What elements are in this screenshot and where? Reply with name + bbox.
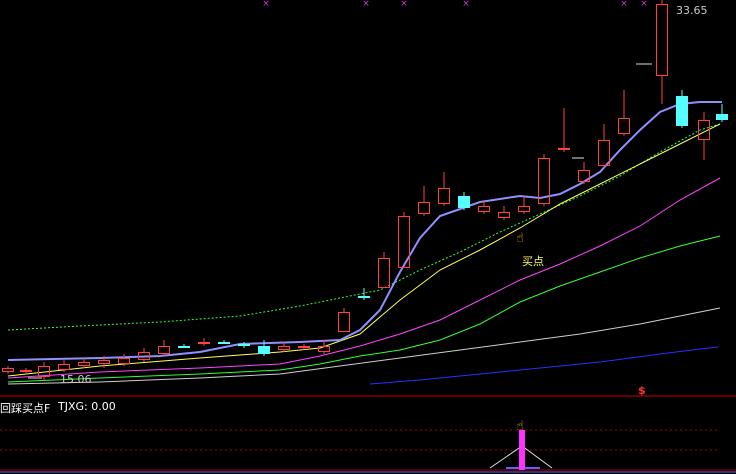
top-markers: × × × × × × <box>262 0 648 9</box>
x-mark-icon: × <box>462 0 470 9</box>
price-low-label: 15.06 <box>60 373 92 386</box>
ma120-line <box>369 346 719 385</box>
moving-average-lines <box>7 101 722 385</box>
x-mark-icon: × <box>400 0 408 9</box>
candle-up <box>78 358 90 368</box>
ma5-line <box>7 101 722 361</box>
signal-mark: $ <box>638 384 646 397</box>
candle-up <box>38 362 50 380</box>
pointing-hand-icon: ☝ <box>516 231 524 246</box>
candle-up <box>20 368 32 374</box>
candle-up <box>2 366 14 374</box>
candle-down <box>676 90 688 128</box>
candle-down <box>178 344 190 348</box>
candles <box>2 0 728 380</box>
candle-down <box>358 288 370 300</box>
x-mark-icon: × <box>640 0 648 9</box>
candle-up <box>198 338 210 346</box>
candle-up <box>498 206 510 220</box>
candle-up <box>378 252 390 288</box>
candle-up <box>656 0 668 104</box>
candle-up <box>518 196 530 214</box>
candle-up <box>698 112 710 160</box>
ma20-line <box>7 177 721 379</box>
ma10-line <box>7 123 721 377</box>
x-mark-icon: × <box>362 0 370 9</box>
candle-up <box>438 172 450 206</box>
indicator-name: 回踩买点F <box>0 402 51 415</box>
candle-up <box>418 186 430 216</box>
buy-point-label: 买点 <box>522 255 544 268</box>
candle-up <box>618 90 630 136</box>
pointing-hand-icon: ☝ <box>516 419 524 434</box>
price-high-label: 33.65 <box>676 4 708 17</box>
candle-up <box>318 340 330 354</box>
indicator-value: TJXG: 0.00 <box>58 400 116 413</box>
candle-up <box>138 348 150 362</box>
candle-up <box>338 308 350 332</box>
candle-up <box>558 108 570 152</box>
x-mark-icon: × <box>262 0 270 9</box>
candle-up <box>158 340 170 356</box>
candle-down <box>458 192 470 210</box>
ma60-line <box>7 307 721 385</box>
signal-spike <box>0 430 736 473</box>
x-mark-icon: × <box>620 0 628 9</box>
candle-down <box>716 104 728 122</box>
candle-up <box>598 124 610 168</box>
candle-down <box>218 340 230 344</box>
